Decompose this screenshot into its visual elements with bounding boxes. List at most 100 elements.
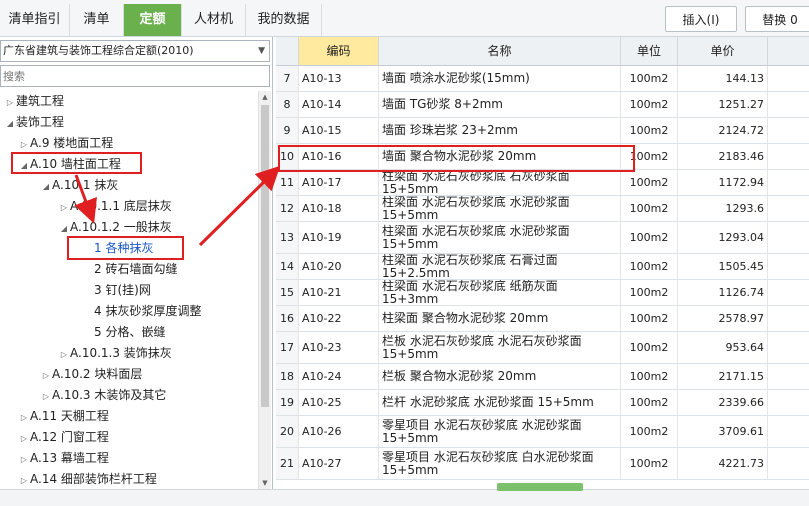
cell-unit: 100m2 bbox=[621, 390, 678, 415]
tab-list-guide[interactable]: 清单指引 bbox=[0, 4, 70, 36]
table-row[interactable]: 17 A10-23 栏板 水泥石灰砂浆底 水泥石灰砂浆面 15+5mm 100m2 953… bbox=[276, 332, 809, 364]
header-price[interactable]: 单价 bbox=[678, 37, 768, 65]
cell-unit: 100m2 bbox=[621, 364, 678, 389]
tree-node-label: 5 分格、嵌缝 bbox=[94, 325, 166, 339]
cell-name-line: 栏板 水泥石灰砂浆底 水泥石灰砂浆面 bbox=[382, 333, 582, 348]
header-code[interactable]: 编码 bbox=[299, 37, 379, 65]
cell-name-line: 柱梁面 水泥石灰砂浆底 水泥砂浆面 bbox=[382, 223, 570, 238]
tree-node[interactable]: ▷ A.9 楼地面工程 bbox=[18, 133, 113, 153]
header-unit[interactable]: 单位 bbox=[621, 37, 678, 65]
collapsed-icon[interactable]: ▷ bbox=[58, 345, 70, 365]
top-tab-bar: 清单指引 清单 定额 人材机 我的数据 插入(I) 替换 0 bbox=[0, 0, 809, 37]
quota-tree-panel: 广东省建筑与装饰工程综合定额(2010) ▼ ▷建筑工程◢装饰工程▷A.9 楼地… bbox=[0, 37, 273, 489]
tree-node[interactable]: 2 砖石墙面勾缝 bbox=[82, 259, 177, 279]
tree-node[interactable]: ◢ 装饰工程 bbox=[4, 112, 64, 132]
status-bar bbox=[0, 483, 809, 506]
tree-node[interactable]: ▷ 建筑工程 bbox=[4, 91, 64, 111]
expanded-icon[interactable]: ◢ bbox=[40, 177, 52, 197]
tab-list[interactable]: 清单 bbox=[70, 4, 124, 36]
collapsed-icon[interactable]: ▷ bbox=[18, 408, 30, 428]
collapsed-icon[interactable]: ▷ bbox=[18, 471, 30, 489]
tree-node[interactable]: ▷ A.10.1.3 装饰抹灰 bbox=[58, 343, 172, 363]
expanded-icon[interactable]: ◢ bbox=[4, 114, 16, 134]
expanded-icon[interactable]: ◢ bbox=[58, 219, 70, 239]
cell-name-line: 15+5mm bbox=[382, 346, 439, 361]
replace-button[interactable]: 替换 0 bbox=[745, 6, 809, 32]
expanded-icon[interactable]: ◢ bbox=[18, 156, 30, 176]
collapsed-icon[interactable]: ▷ bbox=[58, 198, 70, 218]
tree-node[interactable]: ▷ A.14 细部装饰栏杆工程 bbox=[18, 469, 157, 489]
tree-node[interactable]: 4 抹灰砂浆厚度调整 bbox=[82, 301, 201, 321]
table-row[interactable]: 9 A10-15 墙面 珍珠岩浆 23+2mm 100m2 2124.72 bbox=[276, 118, 809, 144]
cell-price: 144.13 bbox=[678, 66, 768, 91]
table-row[interactable]: 19 A10-25 栏杆 水泥砂浆底 水泥砂浆面 15+5mm 100m2 2339.6… bbox=[276, 390, 809, 416]
cell-name: 柱梁面 水泥石灰砂浆底 石膏过面 15+2.5mm bbox=[379, 254, 621, 279]
cell-price: 1505.45 bbox=[678, 254, 768, 279]
search-input[interactable] bbox=[0, 65, 270, 87]
cell-name-line: 15+5mm bbox=[382, 236, 439, 251]
cell-name: 栏杆 水泥砂浆底 水泥砂浆面 15+5mm bbox=[379, 390, 621, 415]
cell-price: 2578.97 bbox=[678, 306, 768, 331]
tree-node[interactable]: ▷ A.10.3 木装饰及其它 bbox=[40, 385, 166, 405]
row-number: 16 bbox=[276, 306, 299, 331]
table-row[interactable]: 14 A10-20 柱梁面 水泥石灰砂浆底 石膏过面 15+2.5mm 100m2 15… bbox=[276, 254, 809, 280]
scroll-down-icon[interactable]: ▼ bbox=[259, 477, 271, 489]
cell-name: 零星项目 水泥石灰砂浆底 白水泥砂浆面 15+5mm bbox=[379, 448, 621, 479]
cell-name-line: 柱梁面 水泥石灰砂浆底 纸筋灰面 15+3mm bbox=[382, 280, 558, 305]
collapsed-icon[interactable]: ▷ bbox=[18, 135, 30, 155]
table-row[interactable]: 10 A10-16 墙面 聚合物水泥砂浆 20mm 100m2 2183.46 bbox=[276, 144, 809, 170]
collapsed-icon[interactable]: ▷ bbox=[18, 429, 30, 449]
table-row[interactable]: 13 A10-19 柱梁面 水泥石灰砂浆底 水泥砂浆面 15+5mm 100m2 1293… bbox=[276, 222, 809, 254]
tree-node[interactable]: 1 各种抹灰 bbox=[82, 238, 153, 258]
cell-price: 1251.27 bbox=[678, 92, 768, 117]
collapsed-icon[interactable]: ▷ bbox=[40, 366, 52, 386]
collapsed-icon[interactable]: ▷ bbox=[4, 93, 16, 113]
tree-scrollbar[interactable]: ▲ ▼ bbox=[258, 91, 271, 489]
tree-node[interactable]: ◢ A.10.1.2 一般抹灰 bbox=[58, 217, 172, 237]
table-row[interactable]: 21 A10-27 零星项目 水泥石灰砂浆底 白水泥砂浆面 15+5mm 100m2 42… bbox=[276, 448, 809, 480]
cell-unit: 100m2 bbox=[621, 280, 678, 305]
table-row[interactable]: 20 A10-26 零星项目 水泥石灰砂浆底 水泥砂浆面 15+5mm 100m2 370… bbox=[276, 416, 809, 448]
row-number: 20 bbox=[276, 416, 299, 447]
cell-code: A10-15 bbox=[299, 118, 379, 143]
tree-node[interactable]: ▷ A.10.2 块料面层 bbox=[40, 364, 142, 384]
scroll-thumb[interactable] bbox=[261, 105, 269, 407]
collapsed-icon[interactable]: ▷ bbox=[18, 450, 30, 470]
tree-node-label: A.11 天棚工程 bbox=[30, 409, 109, 423]
tree-node[interactable]: ◢ A.10 墙柱面工程 bbox=[18, 154, 121, 174]
tree-node[interactable]: 5 分格、嵌缝 bbox=[82, 322, 165, 342]
tree-node-label: 1 各种抹灰 bbox=[94, 241, 154, 255]
table-row[interactable]: 18 A10-24 栏板 聚合物水泥砂浆 20mm 100m2 2171.15 bbox=[276, 364, 809, 390]
tree-node[interactable]: ▷ A.10.1.1 底层抹灰 bbox=[58, 196, 172, 216]
table-row[interactable]: 16 A10-22 柱梁面 聚合物水泥砂浆 20mm 100m2 2578.97 bbox=[276, 306, 809, 332]
row-number: 7 bbox=[276, 66, 299, 91]
tab-materials[interactable]: 人材机 bbox=[182, 4, 246, 36]
table-row[interactable]: 8 A10-14 墙面 TG砂浆 8+2mm 100m2 1251.27 bbox=[276, 92, 809, 118]
cell-name: 墙面 TG砂浆 8+2mm bbox=[379, 92, 621, 117]
library-select[interactable]: 广东省建筑与装饰工程综合定额(2010) ▼ bbox=[0, 40, 270, 62]
tree-node[interactable]: ▷ A.12 门窗工程 bbox=[18, 427, 109, 447]
table-row[interactable]: 11 A10-17 柱梁面 水泥石灰砂浆底 石灰砂浆面 15+5mm 100m2 117… bbox=[276, 170, 809, 196]
tab-my-data[interactable]: 我的数据 bbox=[246, 4, 322, 36]
table-row[interactable]: 12 A10-18 柱梁面 水泥石灰砂浆底 水泥砂浆面 15+5mm 100m2 129… bbox=[276, 196, 809, 222]
row-number: 10 bbox=[276, 144, 299, 169]
tree-node[interactable]: ▷ A.11 天棚工程 bbox=[18, 406, 109, 426]
table-row[interactable]: 15 A10-21 柱梁面 水泥石灰砂浆底 纸筋灰面 15+3mm 100m2 1126… bbox=[276, 280, 809, 306]
cell-name: 柱梁面 水泥石灰砂浆底 水泥砂浆面 15+5mm bbox=[379, 196, 621, 221]
cell-name-line: 柱梁面 水泥石灰砂浆底 石膏过面 15+2.5mm bbox=[382, 254, 558, 279]
panel-resize-handle[interactable] bbox=[497, 483, 583, 491]
tree-node[interactable]: ▷ A.13 幕墙工程 bbox=[18, 448, 109, 468]
collapsed-icon[interactable]: ▷ bbox=[40, 387, 52, 407]
tree-node-label: 建筑工程 bbox=[16, 94, 65, 108]
header-name[interactable]: 名称 bbox=[379, 37, 621, 65]
tab-quota[interactable]: 定额 bbox=[124, 4, 182, 36]
tree-node[interactable]: 3 钉(挂)网 bbox=[82, 280, 151, 300]
cell-unit: 100m2 bbox=[621, 118, 678, 143]
table-row[interactable]: 7 A10-13 墙面 喷涂水泥砂浆(15mm) 100m2 144.13 bbox=[276, 66, 809, 92]
insert-button[interactable]: 插入(I) bbox=[665, 6, 737, 32]
tree-node[interactable]: ◢ A.10.1 抹灰 bbox=[40, 175, 118, 195]
tree-node-label: A.10.2 块料面层 bbox=[52, 367, 143, 381]
scroll-up-icon[interactable]: ▲ bbox=[259, 91, 271, 103]
cell-code: A10-13 bbox=[299, 66, 379, 91]
cell-unit: 100m2 bbox=[621, 92, 678, 117]
